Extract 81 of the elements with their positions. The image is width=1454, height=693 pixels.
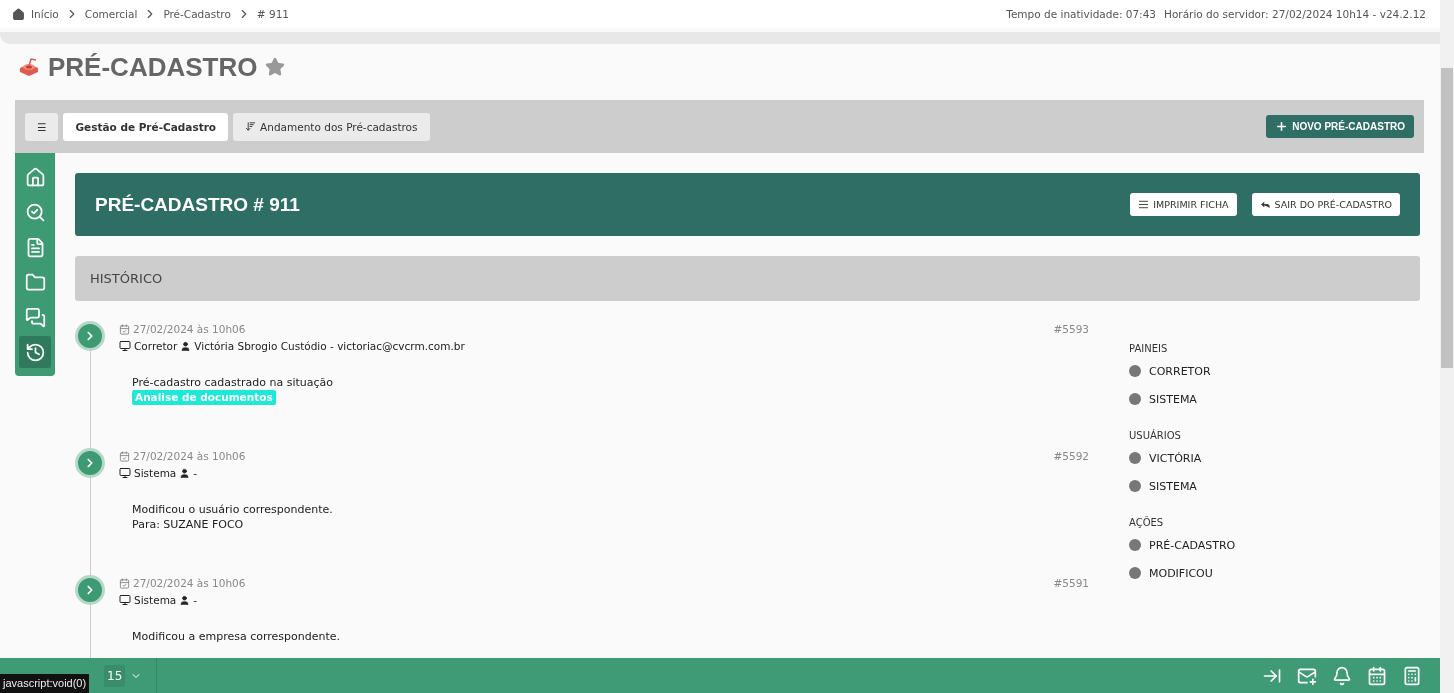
tab[interactable]: Andamento dos Pré-cadastros [233, 112, 430, 141]
breadcrumb-link[interactable]: Comercial [84, 8, 138, 20]
panel-label: Sistema [134, 467, 177, 479]
new-button[interactable]: NOVO PRÉ-CADASTRO [1266, 115, 1414, 138]
expand-button[interactable] [75, 448, 105, 478]
filter-item[interactable]: CORRETOR [1149, 364, 1211, 378]
breadcrumb-link[interactable]: # 911 [256, 8, 289, 20]
menu-button[interactable]: ☰ [25, 112, 59, 141]
logo-icon [18, 56, 40, 78]
calendar-button[interactable] [1367, 665, 1387, 686]
filter-dot[interactable] [1129, 452, 1141, 464]
filter-dot[interactable] [1129, 567, 1141, 579]
folder-icon [24, 271, 46, 293]
event-date: 27/02/2024 às 10h06 [133, 450, 246, 462]
calendar-icon [119, 323, 130, 335]
filter-item[interactable]: VICTÓRIA [1149, 451, 1202, 465]
filter-heading: USUÁRIOS [1129, 430, 1182, 441]
home-icon [12, 7, 25, 21]
scrollbar-thumb[interactable] [1441, 68, 1453, 368]
calendar-icon [119, 577, 130, 589]
monitor-icon [119, 467, 131, 479]
panel-label: Corretor [134, 340, 178, 352]
count-value: 15 [104, 664, 126, 687]
status-tag: Analise de documentos [132, 390, 276, 405]
filter-item[interactable]: MODIFICOU [1149, 566, 1213, 580]
filter-item[interactable]: SISTEMA [1149, 479, 1197, 493]
sidebar-button[interactable] [19, 336, 51, 368]
event-date: 27/02/2024 às 10h06 [133, 577, 246, 589]
user-icon [180, 340, 192, 352]
history-icon [24, 341, 46, 363]
event-id: #5591 [1053, 577, 1089, 589]
star-icon[interactable] [265, 57, 286, 77]
filter-item[interactable]: PRÉ-CADASTRO [1149, 538, 1236, 552]
event-id: #5592 [1053, 450, 1089, 462]
monitor-icon [119, 594, 131, 606]
calculator-button[interactable] [1402, 665, 1422, 686]
calculator-icon [1402, 665, 1422, 686]
calendar-icon [1367, 665, 1387, 686]
server-time: Horário do servidor: 27/02/2024 10h14 - v24.2.12 [1164, 8, 1426, 20]
filter-item[interactable]: SISTEMA [1149, 392, 1197, 406]
event-text: Pré-cadastro cadastrado na situação [132, 375, 335, 390]
calendar-icon [119, 450, 130, 462]
sort-icon [245, 121, 257, 132]
panel-label: Sistema [134, 594, 177, 606]
monitor-icon [119, 340, 131, 352]
record-title: PRÉ-CADASTRO # 911 [95, 193, 301, 216]
expand-button[interactable] [75, 321, 105, 351]
event-user: - [193, 467, 198, 479]
filter-dot[interactable] [1129, 365, 1141, 377]
filter-dot[interactable] [1129, 480, 1141, 492]
bell-icon [1332, 665, 1352, 686]
reply-icon [1259, 199, 1271, 210]
tab[interactable]: Gestão de Pré-Cadastro [63, 112, 229, 141]
user-icon [179, 467, 191, 479]
breadcrumb-link[interactable]: Início [31, 8, 59, 20]
home-icon [24, 166, 46, 188]
exit-button[interactable]: SAIR DO PRÉ-CADASTRO [1251, 193, 1400, 216]
event-user: Victória Sbrogio Custódio - victoriac@cvcrm.com.br [194, 340, 465, 352]
event-text: Para: SUZANE FOCO [132, 517, 245, 532]
event-text: Modificou a empresa correspondente. [132, 629, 342, 644]
event-user: - [193, 594, 198, 606]
lines-icon [1138, 199, 1150, 210]
event-date: 27/02/2024 às 10h06 [133, 323, 246, 335]
idle-time: Tempo de inatividade: 07:43 [1006, 8, 1157, 20]
plus-icon [1275, 120, 1289, 133]
search-icon [24, 201, 46, 223]
filter-dot[interactable] [1129, 393, 1141, 405]
link-tooltip: javascript:void(0) [0, 674, 90, 693]
section-title: HISTÓRICO [75, 256, 1420, 301]
chat-icon [24, 306, 46, 328]
expand-button[interactable] [75, 575, 105, 605]
print-button[interactable]: IMPRIMIR FICHA [1130, 193, 1237, 216]
filter-heading: AÇÕES [1129, 517, 1165, 528]
event-id: #5593 [1053, 323, 1089, 335]
breadcrumb-link[interactable]: Pré-Cadastro [163, 8, 231, 20]
page-title: PRÉ-CADASTRO [48, 51, 258, 83]
event-text: Modificou o usuário correspondente. [132, 502, 334, 517]
user-icon [179, 594, 191, 606]
bell-button[interactable] [1332, 665, 1352, 686]
filter-heading: PAINEIS [1129, 343, 1169, 354]
filter-dot[interactable] [1129, 539, 1141, 551]
